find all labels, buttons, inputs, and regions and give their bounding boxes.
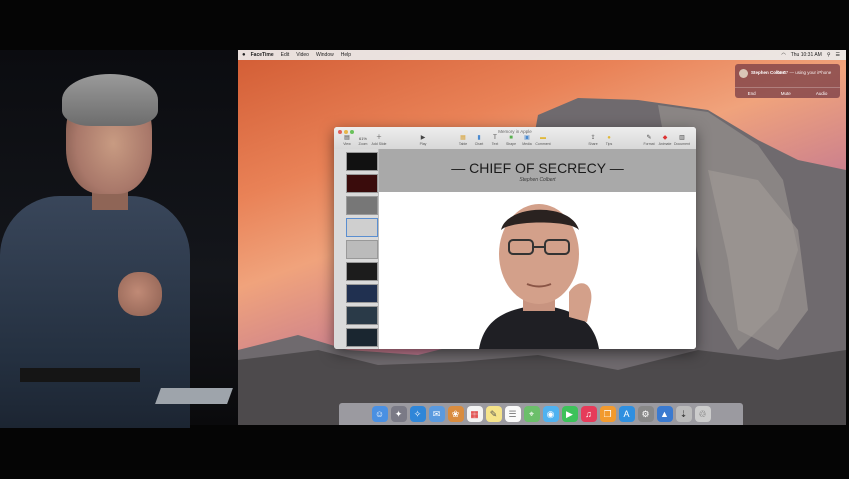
podium-laptop	[155, 388, 233, 404]
messages-icon[interactable]: ◉	[542, 406, 559, 422]
menu-help[interactable]: Help	[341, 52, 351, 58]
document-title: Memory in Apple	[498, 129, 532, 134]
slide-thumbnail[interactable]	[346, 152, 378, 171]
itunes-icon[interactable]: ♫	[580, 406, 597, 422]
menu-clock[interactable]: Thu 10:31 AM	[791, 52, 822, 58]
call-status: 01:07 — using your iPhone	[777, 70, 832, 75]
slide-thumbnail[interactable]	[346, 240, 378, 259]
add-slide-label: Add Slide	[371, 142, 387, 146]
mac-desktop: ● FaceTime Edit Video Window Help ◠ Thu …	[238, 50, 846, 425]
view-label: View	[343, 142, 351, 146]
presenter-belt	[20, 368, 140, 382]
reminders-icon[interactable]: ☰	[504, 406, 521, 422]
mail-icon[interactable]: ✉	[428, 406, 445, 422]
tips-icon: ●	[607, 135, 611, 141]
finder-icon[interactable]: ☺	[371, 406, 388, 422]
keynote-toolbar: Memory in Apple ▤ View 61% Zoom ＋ Add Slide…	[334, 127, 696, 150]
add-slide-icon: ＋	[375, 135, 382, 141]
facetime-icon[interactable]: ▶	[561, 406, 578, 422]
wifi-icon[interactable]: ◠	[781, 52, 785, 58]
safari-icon[interactable]: ✧	[409, 406, 426, 422]
maps-icon[interactable]: ⌖	[523, 406, 540, 422]
trash-icon[interactable]: ♲	[694, 406, 711, 422]
system-preferences-icon[interactable]: ⚙	[637, 406, 654, 422]
format-label: Format	[643, 142, 655, 146]
slide-navigator[interactable]	[334, 149, 379, 349]
slide-title[interactable]: — CHIEF OF SECRECY —	[379, 160, 696, 176]
end-call-button[interactable]: End	[748, 91, 756, 96]
tips-button[interactable]: ● Tips	[598, 135, 620, 146]
zoom-label: Zoom	[358, 142, 368, 146]
notification-center-icon[interactable]: ☰	[836, 52, 840, 58]
tips-label: Tips	[605, 142, 613, 146]
chart-label: Chart	[474, 142, 484, 146]
slide-thumbnail-selected[interactable]	[346, 218, 378, 237]
menu-app-facetime[interactable]: FaceTime	[251, 52, 274, 58]
menu-bar: ● FaceTime Edit Video Window Help ◠ Thu …	[238, 50, 846, 60]
audio-button[interactable]: Audio	[816, 91, 828, 96]
document-button[interactable]: ▥ Document	[671, 135, 693, 146]
facetime-call-notification[interactable]: Stephen Colbert 01:07 — using your iPhon…	[735, 64, 840, 98]
dock: ☺ ✦ ✧ ✉ ❀ ▦ ✎ ☰ ⌖ ◉ ▶ ♫ ❐ A ⚙ ▲ ⇣ ♲	[339, 403, 743, 425]
apple-menu-icon[interactable]: ●	[242, 52, 246, 58]
add-slide-button[interactable]: ＋ Add Slide	[368, 135, 390, 146]
play-icon: ▶	[420, 135, 426, 141]
comment-button[interactable]: ▬ Comment	[532, 135, 554, 146]
comment-icon: ▬	[540, 135, 546, 141]
keynote-dock-icon[interactable]: ▲	[656, 406, 673, 422]
spotlight-icon[interactable]: ⚲	[827, 52, 831, 58]
document-label: Document	[674, 142, 690, 146]
caller-avatar	[739, 69, 748, 78]
presenter	[0, 50, 238, 428]
notes-icon[interactable]: ✎	[485, 406, 502, 422]
downloads-icon[interactable]: ⇣	[675, 406, 692, 422]
slide-thumbnail[interactable]	[346, 262, 378, 281]
slide-subtitle[interactable]: Stephen Colbert	[379, 177, 696, 183]
slide-thumbnail[interactable]	[346, 328, 378, 347]
animate-label: Animate	[658, 142, 672, 146]
menu-edit[interactable]: Edit	[281, 52, 290, 58]
calendar-icon[interactable]: ▦	[466, 406, 483, 422]
slide-thumbnail[interactable]	[346, 174, 378, 193]
text-label: Text	[491, 142, 499, 146]
menu-video[interactable]: Video	[296, 52, 309, 58]
portrait-photo[interactable]	[439, 192, 639, 349]
presenter-hair	[62, 74, 158, 126]
shape-label: Shape	[505, 142, 517, 146]
slide-thumbnail[interactable]	[346, 196, 378, 215]
app-store-icon[interactable]: A	[618, 406, 635, 422]
menu-window[interactable]: Window	[316, 52, 334, 58]
play-button[interactable]: ▶ Play	[412, 135, 434, 146]
mute-button[interactable]: Mute	[781, 91, 791, 96]
slide-canvas[interactable]: — CHIEF OF SECRECY — Stephen Colbert	[379, 149, 696, 349]
media-label: Media	[522, 142, 532, 146]
photos-icon[interactable]: ❀	[447, 406, 464, 422]
keynote-stage: ● FaceTime Edit Video Window Help ◠ Thu …	[0, 0, 849, 479]
launchpad-icon[interactable]: ✦	[390, 406, 407, 422]
table-label: Table	[458, 142, 468, 146]
slide-thumbnail[interactable]	[346, 306, 378, 325]
play-label: Play	[419, 142, 427, 146]
share-label: Share	[588, 142, 598, 146]
slide-thumbnail[interactable]	[346, 284, 378, 303]
ibooks-icon[interactable]: ❐	[599, 406, 616, 422]
document-icon: ▥	[679, 135, 685, 141]
presenter-hands	[118, 272, 162, 316]
keynote-window: Memory in Apple ▤ View 61% Zoom ＋ Add Slide…	[334, 127, 696, 349]
comment-label: Comment	[535, 142, 551, 146]
